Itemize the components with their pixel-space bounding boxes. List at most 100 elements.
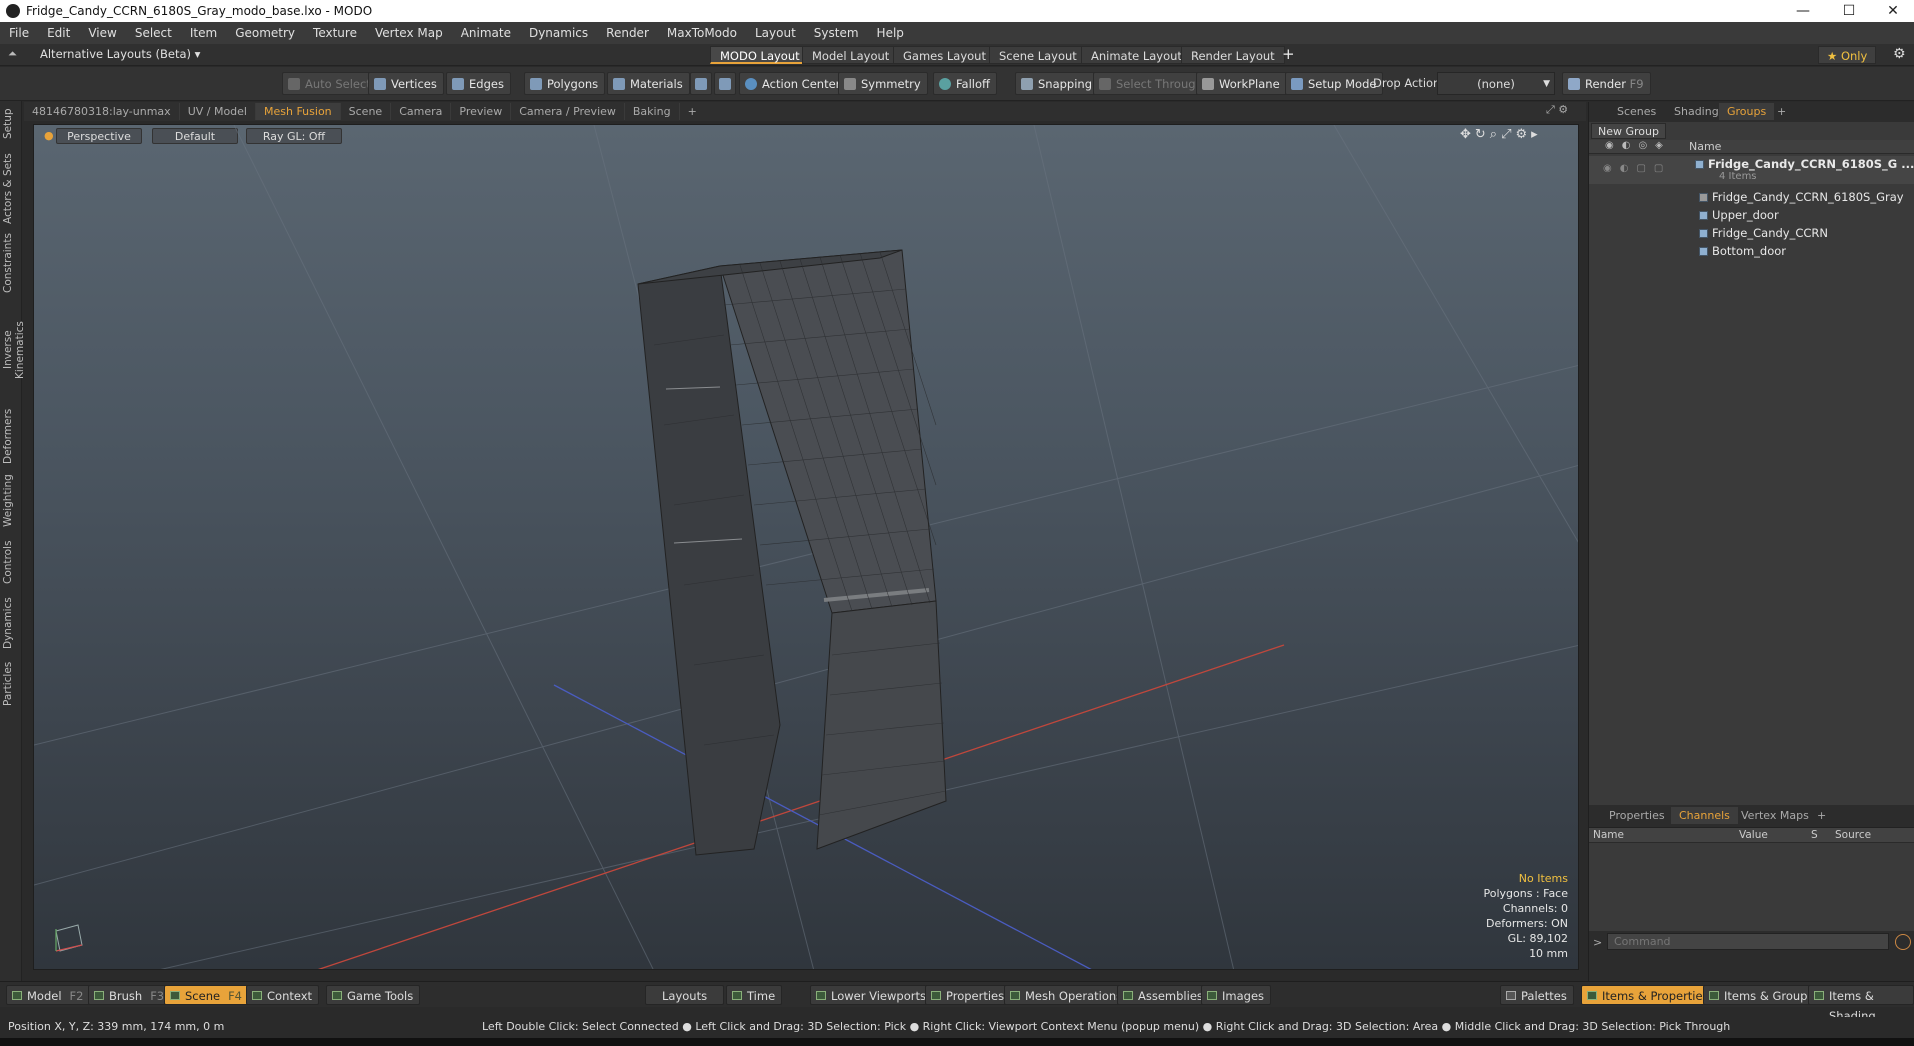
menu-system[interactable]: System (805, 26, 868, 40)
select-through-button[interactable]: Select Through (1093, 72, 1210, 95)
tab-scenes[interactable]: Scenes (1609, 103, 1664, 120)
drop-action-select[interactable]: (none) ▼ (1437, 72, 1555, 95)
side-tab-setup[interactable]: Setup (2, 105, 20, 143)
vp-tab-camera[interactable]: Camera (391, 103, 452, 120)
group-item-mesh[interactable]: Fridge_Candy_CCRN_6180S_Gray (1699, 190, 1904, 204)
scene-button[interactable]: Scene F4 (164, 985, 249, 1005)
vp-tab-preview[interactable]: Preview (451, 103, 512, 120)
side-tab-constraints[interactable]: Constraints (2, 233, 20, 293)
group-item-fridge[interactable]: Fridge_Candy_CCRN (1699, 226, 1828, 240)
vp-tab-uv-model[interactable]: UV / Model (180, 103, 256, 120)
add-layout-button[interactable]: + (1282, 45, 1295, 63)
vp-tab-add[interactable]: + (680, 103, 705, 120)
vp-tab-scene[interactable]: Scene (341, 103, 392, 120)
tab-vertex-maps[interactable]: Vertex Maps (1733, 807, 1817, 824)
mesh-operations-button[interactable]: Mesh Operations (1004, 985, 1130, 1005)
tab-properties[interactable]: Properties (1601, 807, 1673, 824)
menu-animate[interactable]: Animate (452, 26, 520, 40)
menu-select[interactable]: Select (126, 26, 181, 40)
materials-button[interactable]: Materials (607, 72, 690, 95)
menu-view[interactable]: View (79, 26, 125, 40)
setup-mode-button[interactable]: Setup Mode (1285, 72, 1384, 95)
auto-select-button[interactable]: Auto Select (282, 72, 378, 95)
tab-animate-layout[interactable]: Animate Layout (1081, 46, 1192, 64)
layout-selector[interactable]: Alternative Layouts (Beta) ▾ (40, 47, 200, 61)
falloff-button[interactable]: Falloff (933, 72, 997, 95)
images-button[interactable]: Images (1201, 985, 1272, 1005)
command-input[interactable] (1607, 933, 1889, 950)
properties-button[interactable]: Properties (925, 985, 1012, 1005)
model-button[interactable]: Model F2 (6, 985, 91, 1005)
render-button[interactable]: Render F9 (1562, 72, 1651, 95)
collapse-arrow-icon[interactable]: ⏶ (8, 47, 17, 61)
vertices-button[interactable]: Vertices (368, 72, 444, 95)
symmetry-button[interactable]: Symmetry (838, 72, 928, 95)
side-tab-dynamics[interactable]: Dynamics (2, 595, 20, 651)
fridge-model[interactable] (637, 249, 947, 856)
items-properties-button[interactable]: Items & Properties (1581, 985, 1716, 1005)
tab-games-layout[interactable]: Games Layout (893, 46, 996, 64)
layouts-button[interactable]: Layouts (645, 985, 725, 1005)
vp-tab-mesh-fusion[interactable]: Mesh Fusion (256, 103, 341, 120)
vp-tab-layout-id[interactable]: 48146780318:lay-unmax (24, 103, 180, 120)
3d-viewport[interactable]: ● Perspective Default Ray GL: Off ✥↻⌕⤢⚙▸ (33, 124, 1579, 970)
side-tab-deformers[interactable]: Deformers (2, 407, 20, 465)
minimize-button[interactable]: — (1780, 0, 1826, 22)
group-item-upper-door[interactable]: Upper_door (1699, 208, 1779, 222)
chevron-down-icon: ▼ (1543, 79, 1550, 89)
menu-edit[interactable]: Edit (38, 26, 79, 40)
menu-item[interactable]: Item (181, 26, 226, 40)
context-button[interactable]: Context (246, 985, 320, 1005)
menu-texture[interactable]: Texture (304, 26, 366, 40)
close-button[interactable]: ✕ (1870, 0, 1914, 22)
action-center-button[interactable]: Action Center (739, 72, 848, 95)
polygons-button[interactable]: Polygons (524, 72, 606, 95)
only-button[interactable]: ★ Only (1818, 46, 1877, 64)
time-button[interactable]: Time (726, 985, 783, 1005)
menu-file[interactable]: File (0, 26, 38, 40)
tab-channels[interactable]: Channels (1671, 807, 1738, 824)
group-row-toggles[interactable]: ◉◐▢▢ (1603, 163, 1671, 174)
tab-shading[interactable]: Shading (1666, 103, 1727, 120)
side-tab-particles[interactable]: Particles (2, 659, 20, 709)
menu-render[interactable]: Render (597, 26, 658, 40)
tab-add[interactable]: + (1769, 103, 1794, 120)
tab-render-layout[interactable]: Render Layout (1181, 46, 1285, 64)
tab-add-panel[interactable]: + (1809, 807, 1834, 824)
command-run-icon[interactable] (1895, 934, 1911, 950)
brush-button[interactable]: Brush F3 (88, 985, 172, 1005)
gear-icon[interactable]: ⚙ (1893, 46, 1906, 62)
game-tools-button[interactable]: Game Tools (326, 985, 421, 1005)
tab-modo-layout[interactable]: MODO Layout (710, 46, 810, 64)
vp-tab-camera-preview[interactable]: Camera / Preview (511, 103, 625, 120)
menu-help[interactable]: Help (868, 26, 913, 40)
assemblies-button[interactable]: Assemblies (1117, 985, 1210, 1005)
side-tab-weighting[interactable]: Weighting (2, 473, 20, 529)
maximize-button[interactable]: ☐ (1826, 0, 1872, 22)
menu-geometry[interactable]: Geometry (226, 26, 304, 40)
group-item-bottom-door[interactable]: Bottom_door (1699, 244, 1786, 258)
select-mode-a-button[interactable] (690, 72, 712, 95)
snapping-button[interactable]: Snapping (1015, 72, 1100, 95)
select-mode-b-button[interactable] (714, 72, 736, 95)
menu-vertex-map[interactable]: Vertex Map (366, 26, 452, 40)
group-row[interactable]: ◉◐▢▢ Fridge_Candy_CCRN_6180S_G ... 4 Ite… (1589, 156, 1914, 184)
workplane-button[interactable]: WorkPlane (1196, 72, 1287, 95)
vp-expand-icon[interactable]: ⤢ ⚙ (1546, 103, 1568, 117)
menu-maxtomodo[interactable]: MaxToModo (658, 26, 746, 40)
side-tab-inverse-kinematics[interactable]: Inverse Kinematics (2, 301, 26, 399)
vp-tab-baking[interactable]: Baking (625, 103, 680, 120)
edges-button[interactable]: Edges (446, 72, 511, 95)
tab-groups[interactable]: Groups (1719, 103, 1775, 120)
lower-viewports-button[interactable]: Lower Viewports (810, 985, 933, 1005)
items-shading-button[interactable]: Items & Shading (1808, 985, 1914, 1023)
palettes-button[interactable]: Palettes (1500, 985, 1574, 1005)
menu-layout[interactable]: Layout (746, 26, 805, 40)
side-tab-actors-sets[interactable]: Actors & Sets (2, 153, 20, 225)
side-tab-controls[interactable]: Controls (2, 537, 20, 587)
tab-model-layout[interactable]: Model Layout (802, 46, 900, 64)
items-groups-button[interactable]: Items & Groups (1703, 985, 1821, 1005)
new-group-button[interactable]: New Group (1591, 123, 1666, 139)
menu-dynamics[interactable]: Dynamics (520, 26, 597, 40)
tab-scene-layout[interactable]: Scene Layout (989, 46, 1087, 64)
